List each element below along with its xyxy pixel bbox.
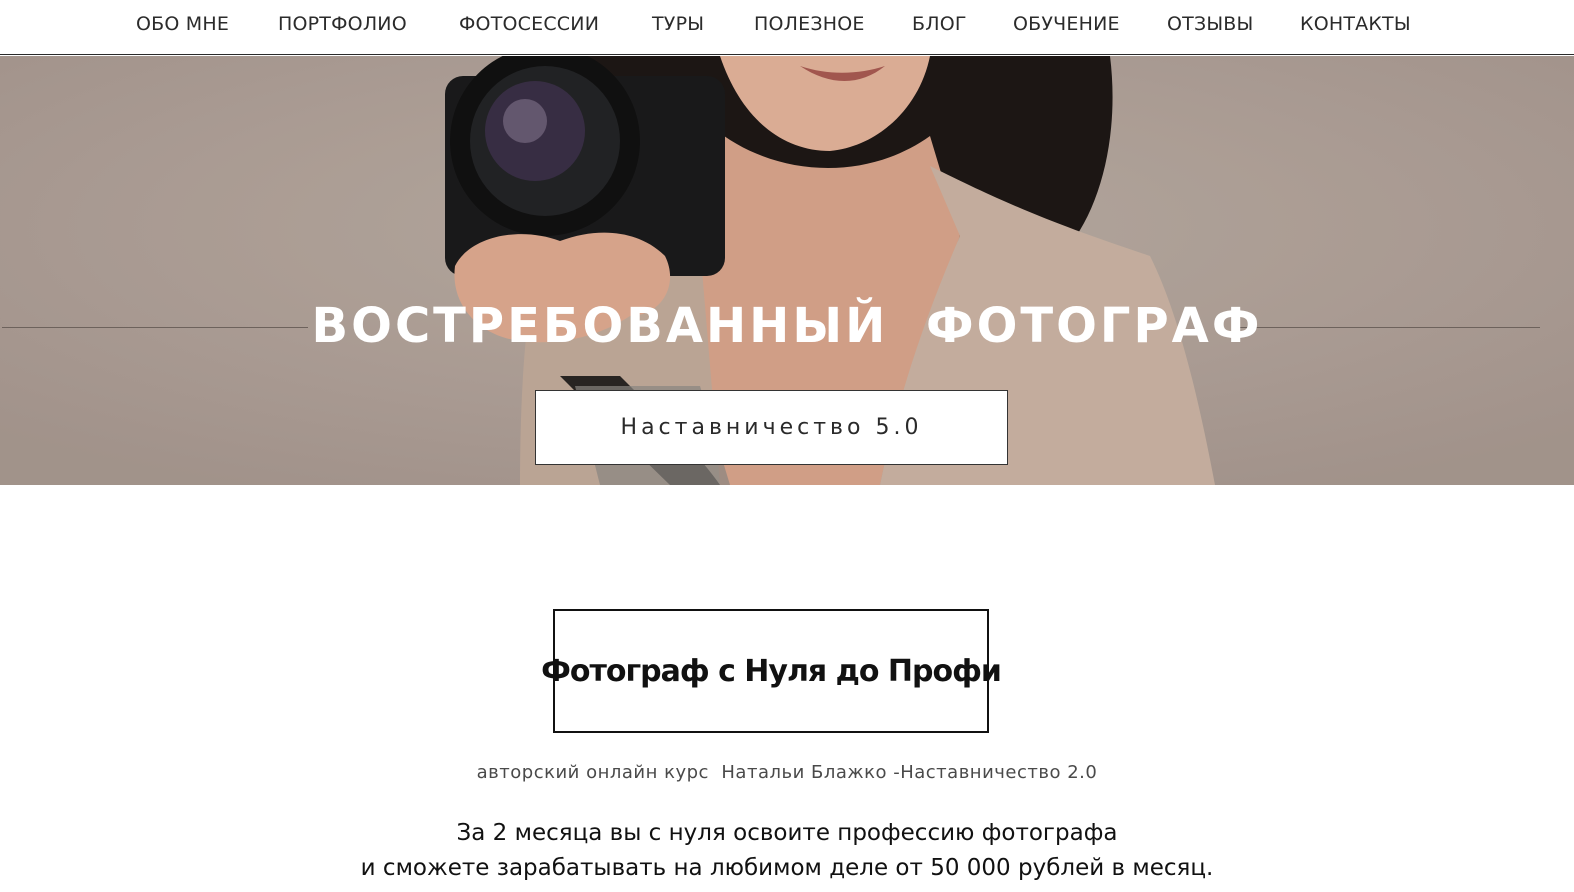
- nav-item-contacts[interactable]: КОНТАКТЫ: [1300, 13, 1411, 35]
- course-title-box: Фотограф с Нуля до Профи: [541, 609, 1002, 733]
- nav-item-useful[interactable]: ПОЛЕЗНОЕ: [754, 13, 865, 35]
- promo-line-1: За 2 месяца вы с нуля освоите профессию …: [456, 820, 1118, 846]
- course-subtitle: авторский онлайн курс Натальи Блажко -На…: [476, 762, 1098, 783]
- nav-item-reviews[interactable]: ОТЗЫВЫ: [1167, 13, 1254, 35]
- hero-banner: ВОСТРЕБОВАННЫЙ ФОТОГРАФ Наставничество 5…: [0, 56, 1574, 485]
- nav-item-about[interactable]: ОБО МНЕ: [136, 13, 229, 35]
- nav-item-blog[interactable]: БЛОГ: [912, 13, 967, 35]
- hero-title: ВОСТРЕБОВАННЫЙ ФОТОГРАФ: [311, 298, 1263, 354]
- nav-item-tours[interactable]: ТУРЫ: [652, 13, 704, 35]
- top-navigation: ОБО МНЕ ПОРТФОЛИО ФОТОСЕССИИ ТУРЫ ПОЛЕЗН…: [0, 0, 1574, 55]
- course-title: Фотограф с Нуля до Профи: [541, 653, 1002, 689]
- nav-item-portfolio[interactable]: ПОРТФОЛИО: [278, 13, 407, 35]
- promo-line-2: и сможете зарабатывать на любимом деле о…: [360, 855, 1214, 881]
- nav-item-education[interactable]: ОБУЧЕНИЕ: [1013, 13, 1120, 35]
- course-promo: За 2 месяца вы с нуля освоите профессию …: [0, 816, 1574, 886]
- mentorship-button[interactable]: Наставничество 5.0: [535, 390, 1008, 465]
- nav-item-photoshoots[interactable]: ФОТОСЕССИИ: [459, 13, 599, 35]
